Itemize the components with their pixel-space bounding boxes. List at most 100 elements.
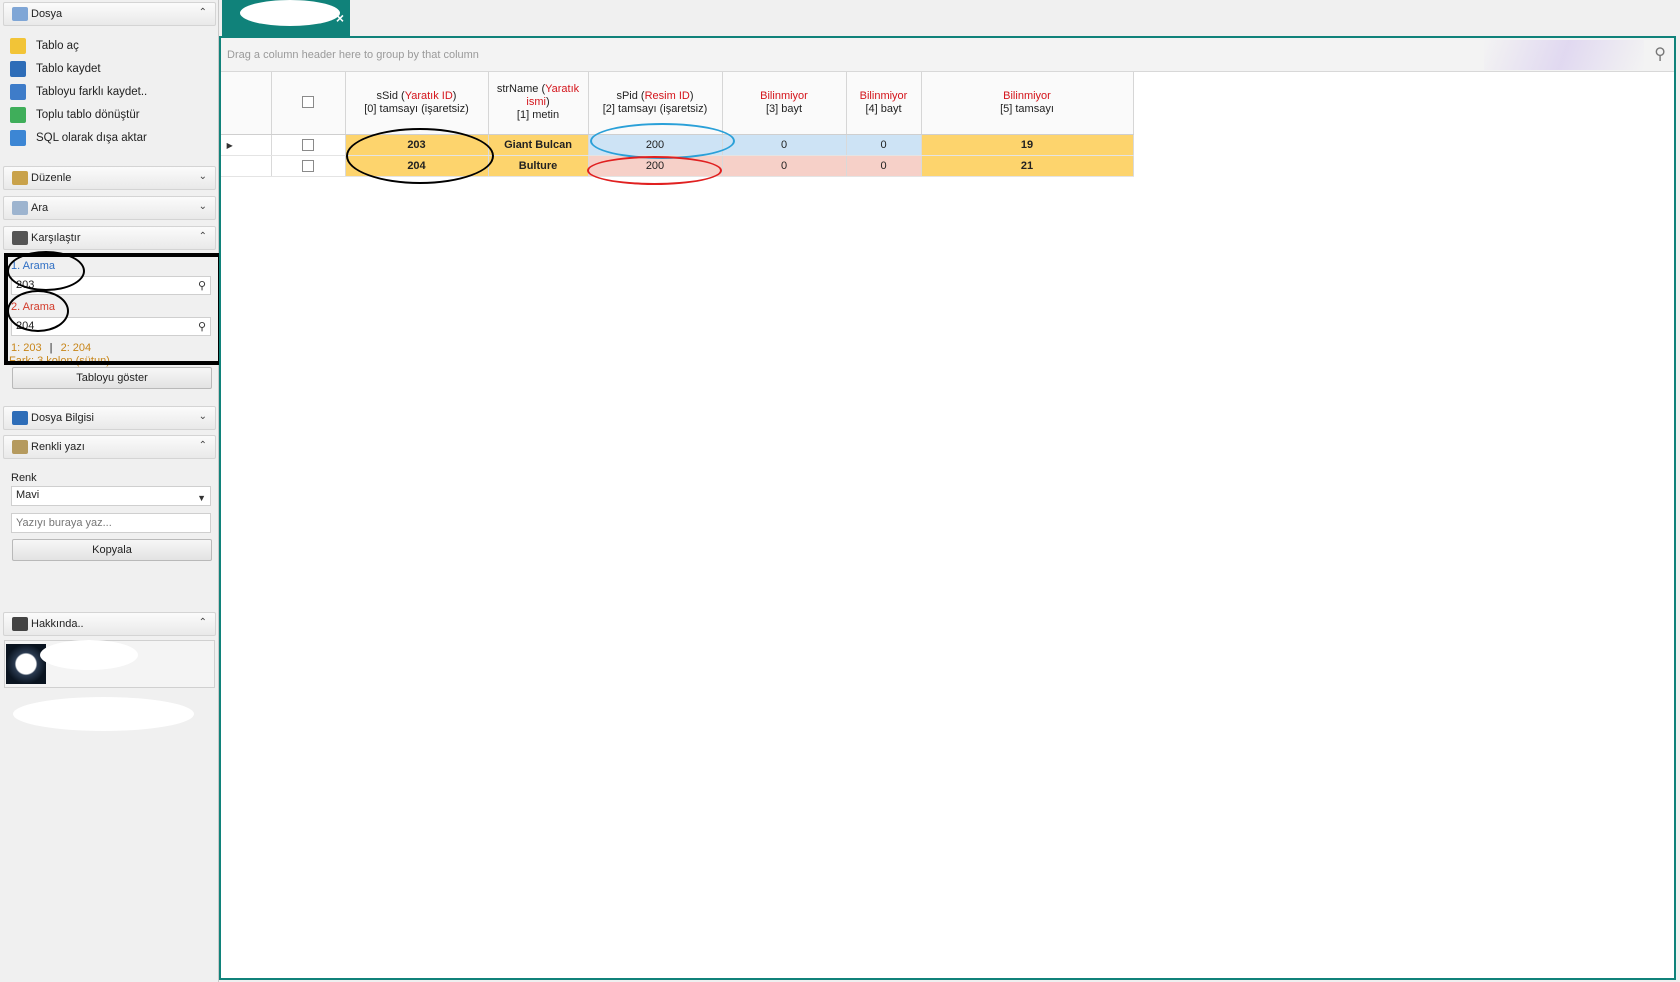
- group-by-panel[interactable]: Drag a column header here to group by th…: [221, 38, 1674, 72]
- annotation-ellipse: [590, 123, 735, 159]
- chevron-up-icon: ⌃: [198, 7, 207, 18]
- binoculars-icon: [12, 231, 28, 245]
- chevron-down-icon: ⌄: [198, 411, 207, 422]
- color-select[interactable]: Mavi ▼: [11, 486, 211, 506]
- group-hakkinda-header[interactable]: Hakkında.. ⌃: [3, 612, 216, 636]
- group-dosya-bilgisi-title: Dosya Bilgisi: [31, 412, 94, 424]
- row-indicator[interactable]: [221, 155, 272, 177]
- group-karsilastir-title: Karşılaştır: [31, 232, 81, 244]
- menu-farkli-kaydet-label: Tabloyu farklı kaydet..: [36, 86, 148, 98]
- menu-sql-aktar[interactable]: SQL olarak dışa aktar: [10, 128, 147, 148]
- cell-4[interactable]: 0: [846, 155, 922, 177]
- group-duzenle-header[interactable]: Düzenle ⌄: [3, 166, 216, 190]
- chevron-up-icon: ⌃: [198, 231, 207, 242]
- cell-3[interactable]: 0: [722, 134, 847, 156]
- column-header-4[interactable]: Bilinmiyor [4] bayt: [846, 72, 922, 135]
- col-desc: Bilinmiyor: [859, 89, 908, 102]
- group-ara-title: Ara: [31, 202, 49, 214]
- show-table-button[interactable]: Tabloyu göster: [12, 367, 212, 389]
- group-renkli-yazi-title: Renkli yazı: [31, 441, 85, 453]
- color-label: Renk: [11, 472, 37, 484]
- group-dosya-title: Dosya: [31, 8, 63, 20]
- dropdown-arrow-icon[interactable]: ▼: [197, 490, 206, 507]
- col-name: sSid: [376, 89, 398, 102]
- annotation-ellipse: [7, 251, 85, 291]
- data-grid: Drag a column header here to group by th…: [219, 36, 1676, 980]
- sidebar: Dosya ⌃ Tablo aç Tablo kaydet Tabloyu fa…: [0, 0, 222, 982]
- group-dosya-bilgisi-header[interactable]: Dosya Bilgisi ⌄: [3, 406, 216, 430]
- row-checkbox[interactable]: [302, 159, 314, 172]
- column-header-5[interactable]: Bilinmiyor [5] tamsayı: [921, 72, 1134, 135]
- row-pointer-icon: ▶: [226, 140, 233, 150]
- cell-strname[interactable]: Bulture: [488, 155, 589, 177]
- avatar: [6, 644, 46, 684]
- col-name: strName: [496, 83, 539, 96]
- group-ara-header[interactable]: Ara ⌄: [3, 196, 216, 220]
- tab-active[interactable]: ×: [222, 0, 350, 36]
- annotation-ellipse: [346, 128, 494, 184]
- col-desc: Bilinmiyor: [760, 89, 808, 102]
- col-type: [1] metin: [516, 109, 560, 122]
- save-as-icon: [10, 84, 26, 100]
- col-type: [2] tamsayı (işaretsiz): [602, 102, 708, 115]
- col-desc: ismi: [526, 96, 546, 109]
- menu-toplu-donustur-label: Toplu tablo dönüştür: [36, 109, 140, 121]
- row-indicator[interactable]: ▶: [221, 134, 272, 156]
- group-karsilastir-header[interactable]: Karşılaştır ⌃: [3, 226, 216, 250]
- find-icon[interactable]: ⚲: [1654, 44, 1666, 64]
- column-header-strname[interactable]: strName (Yaratık ismi) [1] metin: [488, 72, 589, 135]
- redaction: [240, 0, 340, 26]
- select-all-header[interactable]: [271, 72, 346, 135]
- folder-icon: [12, 7, 28, 21]
- row-select-cell[interactable]: [271, 155, 346, 177]
- col-type: [3] bayt: [765, 102, 803, 115]
- menu-tablo-ac[interactable]: Tablo aç: [10, 36, 79, 56]
- cell-5[interactable]: 21: [921, 155, 1134, 177]
- row-indicator-header: [221, 72, 272, 135]
- select-all-checkbox[interactable]: [302, 96, 314, 109]
- col-desc: Yaratık ID: [404, 89, 453, 102]
- open-folder-icon: [10, 38, 26, 54]
- cell-4[interactable]: 0: [846, 134, 922, 156]
- col-type: [4] bayt: [865, 102, 902, 115]
- edit-icon: [12, 171, 28, 185]
- col-type: [0] tamsayı (işaretsiz): [364, 102, 469, 115]
- sql-export-icon: [10, 130, 26, 146]
- menu-farkli-kaydet[interactable]: Tabloyu farklı kaydet..: [10, 82, 147, 102]
- cell-5[interactable]: 19: [921, 134, 1134, 156]
- redaction: [40, 640, 138, 670]
- group-renkli-yazi-header[interactable]: Renkli yazı ⌃: [3, 435, 216, 459]
- col-type: [5] tamsayı: [1000, 102, 1054, 115]
- col-desc: Bilinmiyor: [1003, 89, 1051, 102]
- annotation-ellipse: [587, 156, 722, 185]
- row-select-cell[interactable]: [271, 134, 346, 156]
- pen-icon: [12, 440, 28, 454]
- chevron-down-icon: ⌄: [198, 201, 207, 212]
- menu-tablo-kaydet[interactable]: Tablo kaydet: [10, 59, 101, 79]
- chevron-up-icon: ⌃: [198, 440, 207, 451]
- text-input[interactable]: [11, 513, 211, 533]
- col-desc: Resim ID: [644, 89, 690, 102]
- column-header-ssid[interactable]: sSid (Yaratık ID) [0] tamsayı (işaretsiz…: [345, 72, 489, 135]
- decorative-swoosh: [1484, 40, 1644, 70]
- column-header-3[interactable]: Bilinmiyor [3] bayt: [722, 72, 847, 135]
- copy-button[interactable]: Kopyala: [12, 539, 212, 561]
- chevron-down-icon: ⌄: [198, 171, 207, 182]
- annotation-ellipse: [7, 290, 69, 332]
- convert-icon: [10, 107, 26, 123]
- redaction: [13, 697, 194, 731]
- cell-3[interactable]: 0: [722, 155, 847, 177]
- row-checkbox[interactable]: [302, 138, 314, 151]
- cell-strname[interactable]: Giant Bulcan: [488, 134, 589, 156]
- menu-toplu-donustur[interactable]: Toplu tablo dönüştür: [10, 105, 140, 125]
- col-name: sPid: [616, 89, 638, 102]
- color-select-value: Mavi: [16, 489, 40, 501]
- menu-sql-aktar-label: SQL olarak dışa aktar: [36, 132, 147, 144]
- group-hakkinda-title: Hakkında..: [31, 618, 84, 630]
- group-dosya-header[interactable]: Dosya ⌃: [3, 2, 216, 26]
- close-icon[interactable]: ×: [336, 10, 344, 26]
- file-info-icon: [12, 411, 28, 425]
- user-list-icon: [12, 617, 28, 631]
- col-desc: Yaratık: [545, 83, 580, 96]
- chevron-up-icon: ⌃: [198, 617, 207, 628]
